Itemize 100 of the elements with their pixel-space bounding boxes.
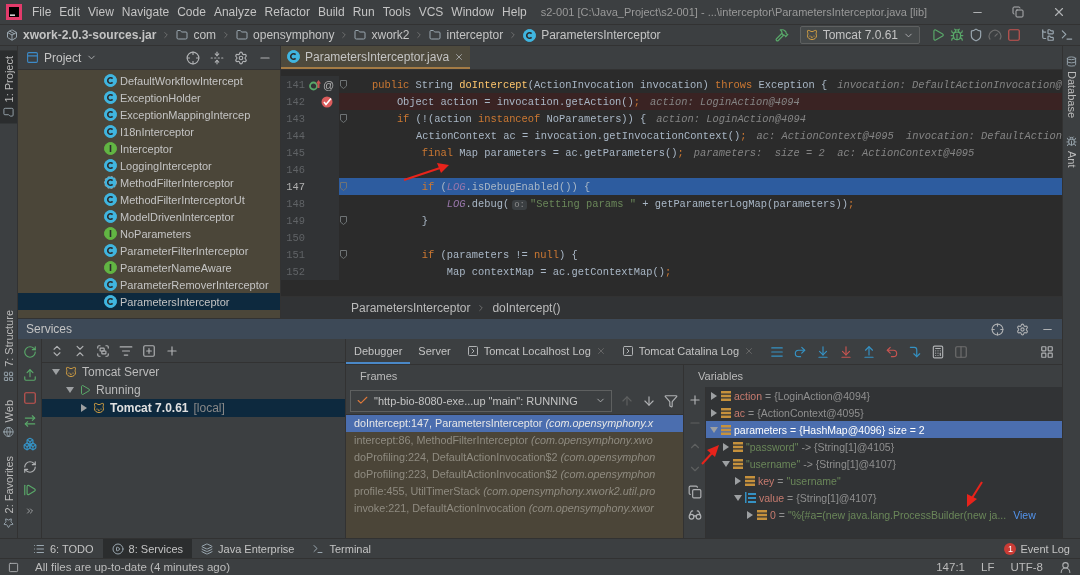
file-encoding[interactable]: UTF-8 bbox=[1010, 561, 1043, 573]
tool-window-tab[interactable]: 1: Project bbox=[0, 50, 17, 124]
deploy-icon[interactable] bbox=[22, 414, 37, 428]
cat-icon[interactable] bbox=[93, 402, 105, 414]
tree-item[interactable]: ParameterNameAware bbox=[18, 259, 280, 276]
expanded-arrow-icon[interactable] bbox=[66, 386, 74, 394]
collapsed-arrow-icon[interactable] bbox=[734, 476, 742, 485]
fold-marker-icon[interactable] bbox=[339, 216, 347, 225]
menu-item[interactable]: Build bbox=[313, 5, 349, 19]
cat-icon[interactable] bbox=[65, 366, 77, 378]
profiler-icon[interactable] bbox=[988, 28, 1002, 42]
copy-icon[interactable] bbox=[687, 485, 702, 499]
breadcrumb-item[interactable]: ParametersInterceptor bbox=[541, 28, 661, 42]
stack-frame[interactable]: doIntercept:147, ParametersInterceptor (com.opensymphony.x bbox=[346, 415, 683, 432]
run-to-cursor-icon[interactable] bbox=[908, 344, 923, 359]
force-step-into-icon[interactable] bbox=[839, 344, 854, 359]
tree-item[interactable]: Interceptor bbox=[18, 140, 280, 157]
stop-icon[interactable] bbox=[1007, 28, 1021, 42]
hammer-icon[interactable] bbox=[774, 28, 789, 42]
tree-item[interactable]: MethodFilterInterceptorUt bbox=[18, 191, 280, 208]
tree-item[interactable]: ParameterFilterInterceptor bbox=[18, 242, 280, 259]
thread-dropdown[interactable]: "http-bio-8080-exe...up "main": RUNNING bbox=[350, 389, 612, 412]
tool-window-tab[interactable]: 8: Services bbox=[102, 539, 193, 558]
coverage-icon[interactable] bbox=[969, 28, 983, 42]
tree-item[interactable]: ParameterRemoverInterceptor bbox=[18, 276, 280, 293]
variable-row[interactable]: 0 = "%{#a=(new java.lang.ProcessBuilder(new ja... View bbox=[706, 506, 1062, 523]
tree-item[interactable]: ExceptionHolder bbox=[18, 89, 280, 106]
play-icon[interactable] bbox=[79, 384, 91, 396]
menu-item[interactable]: File bbox=[28, 5, 56, 19]
artifacts-icon[interactable] bbox=[22, 437, 37, 451]
filter-icon[interactable] bbox=[664, 393, 678, 408]
step-into-icon[interactable] bbox=[816, 344, 831, 359]
collapse-all-icon[interactable] bbox=[73, 343, 87, 358]
variable-row[interactable]: "password" -> {String[1]@4105} bbox=[706, 438, 1062, 455]
tree-item[interactable]: ModelDrivenInterceptor bbox=[18, 208, 280, 225]
group-icon[interactable] bbox=[96, 343, 110, 358]
variable-row[interactable]: value = {String[1]@4107} bbox=[706, 489, 1062, 506]
expanded-arrow-icon[interactable] bbox=[52, 368, 60, 376]
menu-item[interactable]: Analyze bbox=[209, 5, 261, 19]
variable-row[interactable]: action = {LoginAction@4094} bbox=[706, 387, 1062, 404]
resume-icon[interactable] bbox=[22, 483, 37, 497]
step-over-icon[interactable] bbox=[793, 344, 808, 359]
tool-window-tab[interactable]: Web bbox=[0, 394, 17, 444]
expanded-arrow-icon[interactable] bbox=[722, 459, 730, 468]
drop-frame-icon[interactable] bbox=[885, 344, 900, 359]
tree-item[interactable]: I18nInterceptor bbox=[18, 123, 280, 140]
breadcrumb-item[interactable]: doIntercept() bbox=[492, 300, 561, 315]
evaluate-icon[interactable] bbox=[931, 344, 946, 359]
menu-item[interactable]: View bbox=[84, 5, 118, 19]
glasses-icon[interactable] bbox=[687, 508, 702, 522]
stop-icon[interactable] bbox=[22, 391, 37, 405]
folder-icon[interactable] bbox=[236, 29, 249, 41]
folder-icon[interactable] bbox=[176, 29, 189, 41]
run-configuration-dropdown[interactable]: Tomcat 7.0.61 bbox=[799, 26, 920, 44]
variable-row[interactable]: ac = {ActionContext@4095} bbox=[706, 404, 1062, 421]
menu-item[interactable]: Code bbox=[173, 5, 210, 19]
settings-icon[interactable] bbox=[1016, 322, 1029, 336]
collapsed-arrow-icon[interactable] bbox=[710, 408, 718, 417]
variable-row[interactable]: parameters = {HashMap@4096} size = 2 bbox=[706, 421, 1062, 438]
tree-item[interactable]: Running bbox=[42, 381, 345, 399]
more-icon[interactable] bbox=[24, 506, 35, 516]
collapsed-arrow-icon[interactable] bbox=[80, 404, 88, 412]
tool-window-tab[interactable]: Ant bbox=[1063, 130, 1080, 174]
view-link[interactable]: View bbox=[1013, 508, 1036, 521]
folder-icon[interactable] bbox=[3, 106, 14, 118]
breadcrumb-item[interactable]: interceptor bbox=[446, 28, 504, 42]
tool-window-tab[interactable]: 7: Structure bbox=[0, 304, 17, 389]
menu-item[interactable]: VCS bbox=[414, 5, 448, 19]
close-icon[interactable] bbox=[454, 51, 465, 62]
collapsed-arrow-icon[interactable] bbox=[710, 391, 718, 400]
project-view-dropdown[interactable]: Project bbox=[26, 50, 98, 65]
breadcrumb-item[interactable]: opensymphony bbox=[253, 28, 335, 42]
tool-window-tab[interactable]: Database bbox=[1063, 50, 1080, 125]
locate-icon[interactable] bbox=[991, 322, 1004, 336]
collapse-icon[interactable] bbox=[210, 50, 224, 65]
plus-icon[interactable] bbox=[687, 393, 702, 407]
refresh-icon[interactable] bbox=[22, 460, 37, 474]
menu-item[interactable]: Navigate bbox=[117, 5, 174, 19]
debugger-tab[interactable]: Debugger bbox=[346, 339, 411, 364]
tree-item[interactable]: MethodFilterInterceptor bbox=[18, 174, 280, 191]
close-icon[interactable] bbox=[1052, 5, 1066, 19]
breakpoint-icon[interactable] bbox=[321, 95, 333, 108]
variable-row[interactable]: key = "username" bbox=[706, 472, 1062, 489]
star-icon[interactable] bbox=[3, 517, 14, 528]
tool-window-tab[interactable]: Terminal bbox=[303, 539, 381, 558]
settings-icon[interactable] bbox=[234, 50, 248, 65]
ant-icon[interactable] bbox=[1066, 136, 1077, 148]
tool-window-tab[interactable]: 2: Favorites bbox=[0, 449, 17, 534]
editor-tab[interactable]: ParametersInterceptor.java bbox=[281, 46, 471, 69]
debugger-tab[interactable]: Server bbox=[410, 339, 459, 364]
next-frame-icon[interactable] bbox=[642, 393, 656, 408]
structure-icon[interactable] bbox=[3, 371, 14, 383]
globe-icon[interactable] bbox=[3, 426, 14, 438]
tree-item[interactable]: ParametersInterceptor bbox=[18, 293, 280, 310]
inspector-icon[interactable] bbox=[1059, 560, 1072, 574]
database-icon[interactable] bbox=[1066, 56, 1077, 67]
tree-item[interactable]: ExceptionMappingIntercep bbox=[18, 106, 280, 123]
project-structure-icon[interactable] bbox=[1041, 28, 1055, 42]
menu-item[interactable]: Help bbox=[498, 5, 531, 19]
tool-window-tab[interactable]: 6: TODO bbox=[24, 539, 103, 558]
